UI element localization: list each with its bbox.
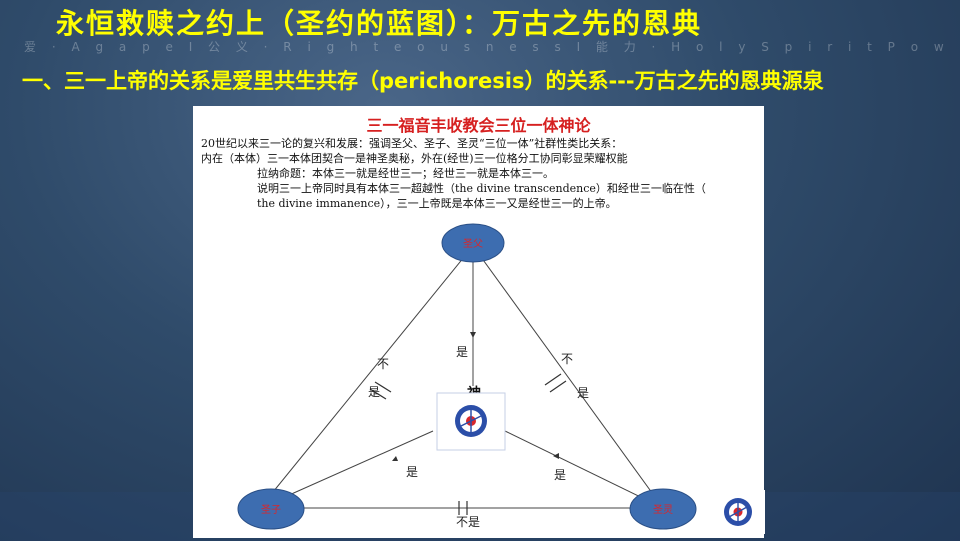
edge-father-spirit [472,245,664,509]
church-logo [711,490,765,534]
label-is-father: 是 [456,345,468,359]
label-is-left: 是 [368,385,380,399]
label-is-son: 是 [406,465,418,479]
diagram-panel: 三一福音丰收教会三位一体神论 20世纪以来三一论的复兴和发展：强调圣父、圣子、圣… [193,106,764,538]
trinity-diagram: 是 不 是 不 是 是 是 不是 神 圣父 圣子 圣灵 [237,223,697,530]
node-spirit-label: 圣灵 [653,504,673,516]
label-not-right: 不 [561,352,573,366]
label-not-left: 不 [377,357,389,371]
tick-right-2 [549,380,567,393]
section-heading: 一、三一上帝的关系是爱里共生共存（perichoresis）的关系---万古之先… [22,69,824,93]
trinity-logo-icon [724,498,752,526]
arrow-spirit [553,453,559,459]
arrow-son [392,456,398,461]
label-is-right: 是 [577,386,589,400]
edge-father-son [259,245,474,509]
label-is-spirit: 是 [554,468,566,482]
arrow-father [470,332,476,338]
node-father-label: 圣父 [463,238,483,250]
subtitle-band: 爱 · A g a p e I 公 义 · R i g h t e o u s … [24,40,960,54]
node-son-label: 圣子 [261,504,281,516]
slide-title: 永恒救赎之约上（圣约的蓝图）：万古之先的恩典 [56,7,703,40]
tick-right-1 [544,373,562,386]
label-is-not-bottom: 不是 [456,515,480,529]
trinity-emblem-icon [455,405,487,437]
